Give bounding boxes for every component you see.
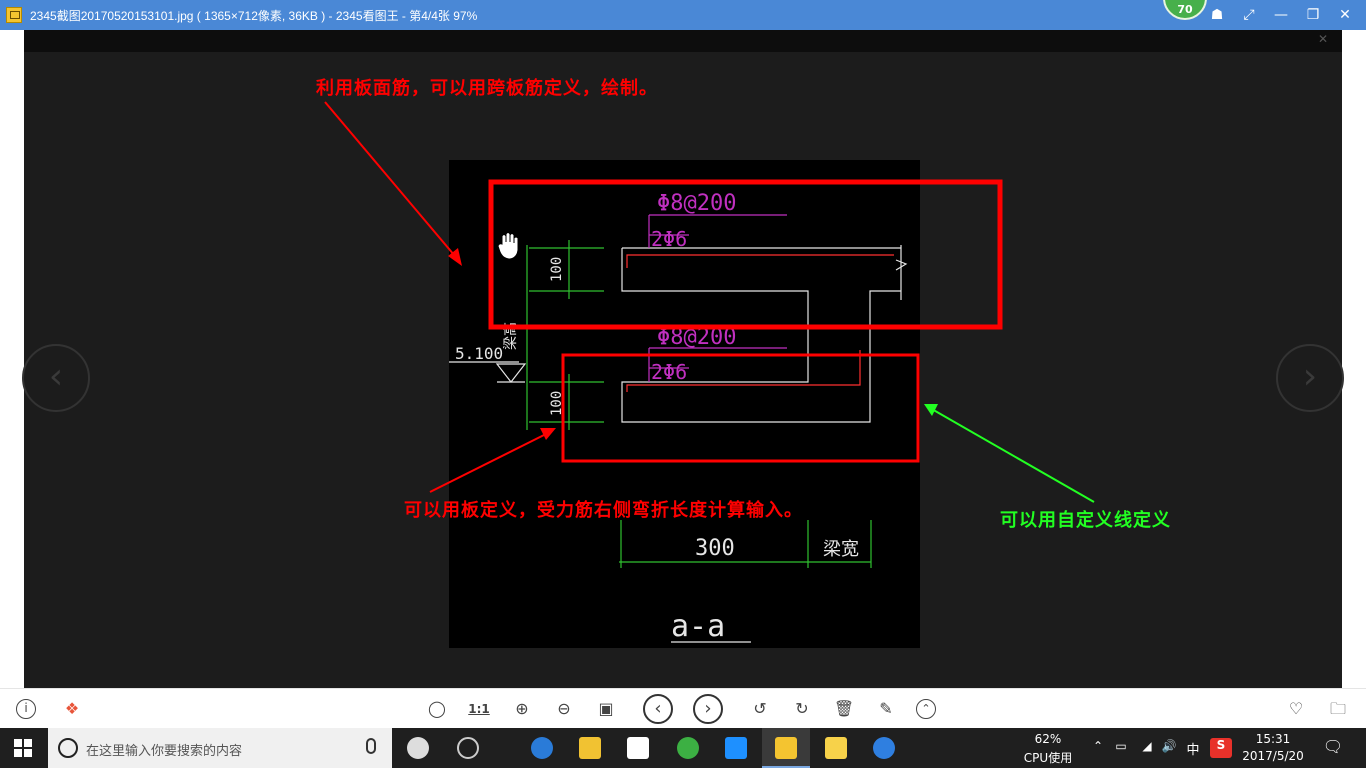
clock-time[interactable]: 15:31 [1238,732,1308,746]
clock-date[interactable]: 2017/5/20 [1238,749,1308,763]
volume-icon[interactable]: 🔊 [1160,739,1178,753]
mouse-mode-icon[interactable]: ◯ [425,697,449,721]
annotation-arrow-bottom [429,431,551,493]
file-explorer-icon[interactable] [566,728,614,768]
image-viewer-taskbar-icon[interactable] [762,728,810,768]
app-icon-blue-cross[interactable] [712,728,760,768]
previous-button[interactable]: ‹ [643,694,673,724]
start-button[interactable] [14,739,32,757]
taskbar-search-box[interactable]: 在这里输入你要搜索的内容 [48,728,392,768]
annotation-text-bottom: 可以用板定义，受力筋右侧弯折长度计算输入。 [404,500,803,521]
annotation-arrow-top [324,101,461,263]
annotation-box-bottom [561,353,920,463]
slideshow-icon[interactable]: ▣ [594,697,618,721]
battery-icon[interactable]: ▭ [1112,739,1130,753]
rotate-right-icon[interactable]: ↻ [790,697,814,721]
task-view-icon[interactable] [394,728,442,768]
search-placeholder: 在这里输入你要搜索的内容 [86,744,243,759]
zoom-in-icon[interactable]: ⊕ [510,697,534,721]
ime-indicator[interactable]: 中 [1182,739,1204,758]
annotation-text-right: 可以用自定义线定义 [1000,510,1171,531]
gift-icon[interactable]: ❖ [60,697,84,721]
notes-app-icon[interactable] [812,728,860,768]
show-hidden-icons[interactable]: ⌃ [1090,739,1106,753]
sogou-ime-icon[interactable]: S [1210,738,1232,758]
next-button[interactable]: › [693,694,723,724]
browser-g-icon[interactable] [860,728,908,768]
annotation-text-top: 利用板面筋，可以用跨板筋定义，绘制。 [316,78,658,99]
cpu-percent: 62% [1034,732,1062,746]
favorite-icon[interactable]: ♡ [1284,697,1308,721]
hand-cursor-icon [497,232,519,260]
action-center-icon[interactable]: 🗨 [1322,737,1344,756]
zoom-out-icon[interactable]: ⊖ [552,697,576,721]
viewer-toolbar: i ❖ ◯ 1:1 ⊕ ⊖ ▣ ‹ › ↺ ↻ 🗑 ✎ ⌃ ♡ 🗀 [0,688,1366,728]
annotation-overlay [324,101,1095,503]
cortana-icon [58,738,78,758]
info-icon[interactable]: i [16,699,36,719]
app-icon-swirl[interactable] [444,728,492,768]
edge-browser-icon[interactable] [518,728,566,768]
windows-taskbar: 在这里输入你要搜索的内容 62% CPU使用 ⌃ ▭ ◢ 🔊 中 S 15:31… [0,728,1366,768]
rotate-left-icon[interactable]: ↺ [748,697,772,721]
cpu-label: CPU使用 [1023,751,1073,765]
store-icon[interactable] [614,728,662,768]
annotation-box-top [488,179,1003,330]
app-icon-green[interactable] [664,728,712,768]
more-icon[interactable]: ⌃ [916,699,936,719]
network-icon[interactable]: ◢ [1138,739,1156,753]
open-folder-icon[interactable]: 🗀 [1326,697,1350,721]
annotation-arrow-right [929,407,1095,503]
delete-icon[interactable]: 🗑 [832,697,856,721]
actual-size-button[interactable]: 1:1 [467,697,491,721]
edit-icon[interactable]: ✎ [874,697,898,721]
microphone-icon[interactable] [366,738,376,754]
